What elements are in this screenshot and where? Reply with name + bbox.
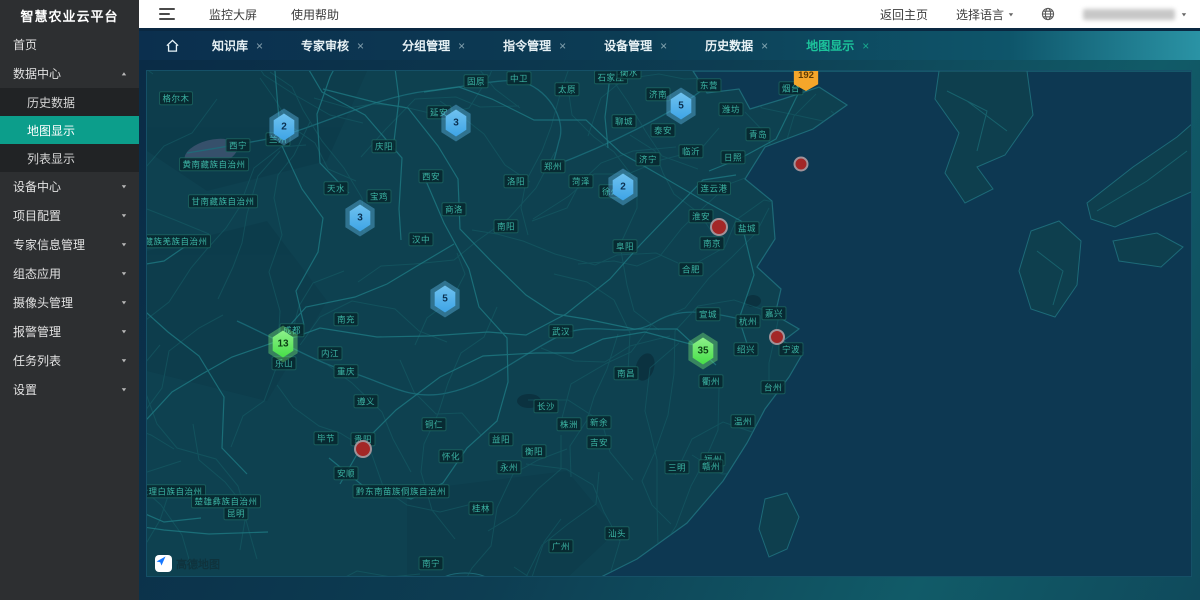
- sidebar-item-label: 列表显示: [27, 150, 75, 167]
- sidebar-item-home[interactable]: 首页: [0, 30, 139, 59]
- sidebar-item-project-config[interactable]: 项目配置 ▾: [0, 201, 139, 230]
- pin-count: 192: [798, 70, 814, 81]
- language-select[interactable]: 选择语言 ▾: [956, 6, 1013, 23]
- app-window: 智慧农业云平台 首页数据中心▴历史数据地图显示列表显示设备中心▾项目配置▾专家信…: [0, 0, 1200, 600]
- sidebar-item-alarm-mgmt[interactable]: 报警管理 ▾: [0, 317, 139, 346]
- device-dot-marker[interactable]: [769, 329, 785, 345]
- cluster-marker-blue[interactable]: 5: [428, 281, 462, 318]
- sidebar-item-label: 专家信息管理: [13, 236, 85, 253]
- sidebar-item-device-center[interactable]: 设备中心 ▾: [0, 172, 139, 201]
- back-home-link[interactable]: 返回主页: [880, 6, 928, 23]
- sidebar-item-task-list[interactable]: 任务列表 ▾: [0, 346, 139, 375]
- map-basemap: [147, 71, 1192, 577]
- cluster-marker-blue[interactable]: 5: [664, 88, 698, 125]
- tab-group-mgmt[interactable]: 分组管理 ×: [388, 30, 479, 62]
- username-redacted: [1083, 9, 1175, 20]
- chevron-down-icon: ▾: [122, 241, 126, 248]
- tab-label: 设备管理: [604, 37, 652, 54]
- tab-label: 指令管理: [503, 37, 551, 54]
- sidebar-toggle-icon[interactable]: [159, 8, 175, 20]
- topbar-menu-monitor-screen[interactable]: 监控大屏: [209, 6, 257, 23]
- sidebar-item-history-data[interactable]: 历史数据: [0, 88, 139, 116]
- sidebar-item-label: 设备中心: [13, 178, 61, 195]
- sidebar-item-scada-app[interactable]: 组态应用 ▾: [0, 259, 139, 288]
- tab-knowledge-base[interactable]: 知识库 ×: [198, 30, 277, 62]
- map-attribution: 高德地图: [155, 555, 220, 572]
- sidebar-item-label: 报警管理: [13, 323, 61, 340]
- sidebar-item-label: 历史数据: [27, 94, 75, 111]
- tab-history-data[interactable]: 历史数据 ×: [691, 30, 782, 62]
- tab-label: 知识库: [212, 37, 248, 54]
- tabbar-tabs: 知识库 × 专家审核 × 分组管理 × 指令管理 × 设备管理 × 历史数据 × 地图显示 ×: [198, 30, 883, 62]
- tab-label: 历史数据: [705, 37, 753, 54]
- attribution-label: 高德地图: [176, 556, 220, 572]
- chevron-down-icon: ▾: [122, 299, 126, 306]
- chevron-down-icon: ▾: [122, 328, 126, 335]
- tab-map-display[interactable]: 地图显示 ×: [792, 30, 883, 62]
- sidebar-nav: 首页数据中心▴历史数据地图显示列表显示设备中心▾项目配置▾专家信息管理▾组态应用…: [0, 30, 139, 404]
- cluster-marker-green[interactable]: 13: [266, 326, 300, 363]
- device-dot-marker[interactable]: [794, 157, 809, 172]
- tab-close-icon[interactable]: ×: [761, 39, 768, 53]
- sidebar-item-list-display[interactable]: 列表显示: [0, 144, 139, 172]
- cluster-marker-blue[interactable]: 3: [343, 200, 377, 237]
- tab-label: 地图显示: [806, 37, 854, 54]
- chevron-down-icon: ▾: [122, 270, 126, 277]
- app-logo: 智慧农业云平台: [0, 0, 139, 30]
- sidebar-item-label: 数据中心: [13, 65, 61, 82]
- tab-command-mgmt[interactable]: 指令管理 ×: [489, 30, 580, 62]
- topbar-menu: 监控大屏 使用帮助: [175, 6, 339, 23]
- sidebar-item-label: 摄像头管理: [13, 294, 73, 311]
- sidebar-item-expert-info[interactable]: 专家信息管理 ▾: [0, 230, 139, 259]
- cluster-marker-green[interactable]: 35: [686, 333, 720, 370]
- tab-close-icon[interactable]: ×: [660, 39, 667, 53]
- tab-device-mgmt[interactable]: 设备管理 ×: [590, 30, 681, 62]
- cluster-marker-blue[interactable]: 3: [439, 105, 473, 142]
- tab-label: 分组管理: [402, 37, 450, 54]
- sidebar-item-label: 项目配置: [13, 207, 61, 224]
- chevron-down-icon: ▾: [122, 357, 126, 364]
- map-canvas[interactable]: 格尔木西宁兰州黄南藏族自治州甘南藏族自治州阿坝藏族羌族自治州中卫固原庆阳天水延安…: [146, 70, 1192, 577]
- sidebar-item-label: 地图显示: [27, 122, 75, 139]
- chevron-down-icon: ▾: [1009, 10, 1013, 17]
- tabbar: 知识库 × 专家审核 × 分组管理 × 指令管理 × 设备管理 × 历史数据 × 地图显示 ×: [139, 28, 1200, 60]
- chevron-up-icon: ▴: [122, 70, 126, 77]
- home-tab-icon[interactable]: [165, 38, 180, 53]
- chevron-down-icon: ▾: [122, 212, 126, 219]
- sidebar-item-label: 任务列表: [13, 352, 61, 369]
- tab-close-icon[interactable]: ×: [862, 39, 869, 53]
- tab-close-icon[interactable]: ×: [357, 39, 364, 53]
- cluster-marker-blue[interactable]: 2: [606, 169, 640, 206]
- sidebar-item-label: 组态应用: [13, 265, 61, 282]
- language-label: 选择语言: [956, 6, 1004, 23]
- tab-expert-review[interactable]: 专家审核 ×: [287, 30, 378, 62]
- content-area: 格尔木西宁兰州黄南藏族自治州甘南藏族自治州阿坝藏族羌族自治州中卫固原庆阳天水延安…: [139, 60, 1200, 600]
- sidebar-item-settings[interactable]: 设置 ▾: [0, 375, 139, 404]
- sidebar-item-camera-mgmt[interactable]: 摄像头管理 ▾: [0, 288, 139, 317]
- tab-close-icon[interactable]: ×: [559, 39, 566, 53]
- sidebar-item-map-display[interactable]: 地图显示: [0, 116, 139, 144]
- user-menu[interactable]: ▾: [1083, 9, 1186, 20]
- topbar-right: 返回主页 选择语言 ▾ ▾: [880, 6, 1200, 23]
- chevron-down-icon: ▾: [1182, 10, 1186, 17]
- amap-logo-icon: [155, 555, 172, 572]
- device-dot-marker[interactable]: [354, 440, 372, 458]
- cluster-marker-blue[interactable]: 2: [267, 109, 301, 146]
- sidebar-item-label: 首页: [13, 36, 37, 53]
- sidebar: 智慧农业云平台 首页数据中心▴历史数据地图显示列表显示设备中心▾项目配置▾专家信…: [0, 0, 139, 600]
- sidebar-item-label: 设置: [13, 381, 37, 398]
- device-dot-marker[interactable]: [710, 218, 728, 236]
- tab-close-icon[interactable]: ×: [458, 39, 465, 53]
- globe-icon[interactable]: [1041, 7, 1055, 21]
- sidebar-item-data-center[interactable]: 数据中心 ▴: [0, 59, 139, 88]
- tab-label: 专家审核: [301, 37, 349, 54]
- topbar: 监控大屏 使用帮助 返回主页 选择语言 ▾ ▾: [139, 0, 1200, 28]
- topbar-menu-help[interactable]: 使用帮助: [291, 6, 339, 23]
- chevron-down-icon: ▾: [122, 386, 126, 393]
- tab-close-icon[interactable]: ×: [256, 39, 263, 53]
- main-area: 监控大屏 使用帮助 返回主页 选择语言 ▾ ▾: [139, 0, 1200, 600]
- chevron-down-icon: ▾: [122, 183, 126, 190]
